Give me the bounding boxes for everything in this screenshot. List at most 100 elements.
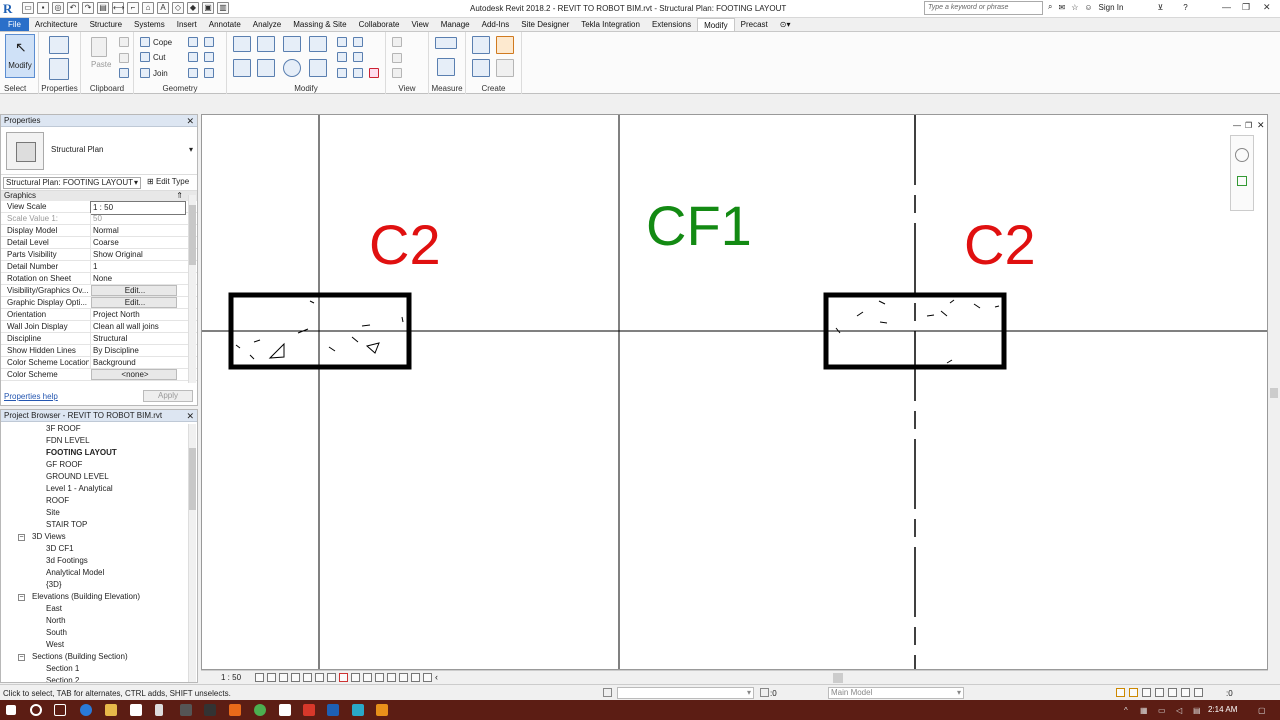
- save-icon[interactable]: ▪: [37, 2, 49, 14]
- linework-icon[interactable]: [392, 53, 402, 63]
- detail-level-icon[interactable]: [255, 673, 264, 682]
- property-row[interactable]: Display Model Normal: [1, 225, 197, 237]
- properties-scrollbar[interactable]: [188, 195, 196, 383]
- edit-type-button[interactable]: ⊞ Edit Type: [147, 177, 189, 186]
- binoculars-icon[interactable]: ⌕: [1048, 2, 1052, 12]
- search-input[interactable]: Type a keyword or phrase: [924, 1, 1043, 15]
- tab-modify[interactable]: Modify: [697, 18, 735, 31]
- robot-icon[interactable]: [352, 704, 364, 716]
- match-type-icon[interactable]: [119, 68, 129, 78]
- property-value[interactable]: Structural: [90, 333, 186, 345]
- unpin-icon[interactable]: [353, 68, 363, 78]
- mirror-axis-icon[interactable]: [283, 36, 301, 52]
- property-edit-button[interactable]: Edit...: [91, 297, 177, 308]
- browser-item[interactable]: Section 1: [46, 664, 79, 673]
- sync-icon[interactable]: ◎: [52, 2, 64, 14]
- type-selector[interactable]: Structural Plan ▾: [1, 127, 197, 175]
- scroll-thumb[interactable]: [189, 448, 196, 510]
- collapse-icon[interactable]: ⇑: [176, 191, 183, 201]
- show-crop-icon[interactable]: [315, 673, 324, 682]
- group-label-select[interactable]: Select: [0, 84, 38, 93]
- demolish-icon[interactable]: [204, 52, 214, 62]
- tab-file[interactable]: File: [0, 18, 29, 31]
- tab-systems[interactable]: Systems: [128, 18, 171, 31]
- tag-icon[interactable]: ⌂: [142, 2, 154, 14]
- property-row[interactable]: Graphic Display Opti... Edit...: [1, 297, 197, 309]
- store-icon[interactable]: [130, 704, 142, 716]
- canvas-restore-icon[interactable]: ❐: [1245, 121, 1252, 130]
- create-parts-icon[interactable]: [496, 36, 514, 54]
- dimension-icon[interactable]: [437, 58, 455, 76]
- orange-app-icon[interactable]: [229, 704, 241, 716]
- minimize-icon[interactable]: —: [1222, 2, 1231, 12]
- help-icon[interactable]: ?: [1183, 3, 1187, 12]
- canvas-minimize-icon[interactable]: —: [1233, 121, 1241, 130]
- cart-icon[interactable]: ⊻: [1157, 3, 1163, 12]
- task-view-icon[interactable]: [54, 704, 66, 716]
- property-edit-button[interactable]: <none>: [91, 369, 177, 380]
- browser-item[interactable]: 3D CF1: [46, 544, 74, 553]
- scroll-thumb[interactable]: [189, 205, 196, 265]
- rotate-icon[interactable]: [283, 59, 301, 77]
- close-icon[interactable]: ✕: [1263, 2, 1271, 13]
- temporary-hide-icon[interactable]: [339, 673, 348, 682]
- override-graphics-icon[interactable]: [392, 37, 402, 47]
- chevron-down-icon[interactable]: ▾: [189, 145, 193, 154]
- join-icon[interactable]: [140, 68, 150, 78]
- property-value[interactable]: Clean all wall joins: [90, 321, 186, 333]
- browser-item[interactable]: 3F ROOF: [46, 424, 81, 433]
- offset-icon[interactable]: [257, 36, 275, 52]
- property-row[interactable]: Orientation Project North: [1, 309, 197, 321]
- scroll-thumb[interactable]: [1270, 388, 1278, 398]
- collapse-toggle-icon[interactable]: −: [18, 534, 25, 541]
- tab-manage[interactable]: Manage: [435, 18, 476, 31]
- property-row[interactable]: Parts Visibility Show Original: [1, 249, 197, 261]
- close-hidden-icon[interactable]: ▣: [202, 2, 214, 14]
- canvas-close-icon[interactable]: ✕: [1257, 120, 1265, 131]
- tab-architecture[interactable]: Architecture: [29, 18, 84, 31]
- property-value[interactable]: Project North: [90, 309, 186, 321]
- cut-geometry-icon[interactable]: [140, 52, 150, 62]
- open-icon[interactable]: ▭: [22, 2, 34, 14]
- browser-item[interactable]: GF ROOF: [46, 460, 82, 469]
- create-assembly-icon[interactable]: [472, 36, 490, 54]
- browser-item[interactable]: Sections (Building Section): [32, 652, 128, 661]
- property-row[interactable]: Detail Level Coarse: [1, 237, 197, 249]
- switch-windows-icon[interactable]: ▥: [217, 2, 229, 14]
- undo-icon[interactable]: ↶: [67, 2, 79, 14]
- browser-item[interactable]: East: [46, 604, 62, 613]
- aligned-dimension-icon[interactable]: ⌐: [127, 2, 139, 14]
- tab-view[interactable]: View: [406, 18, 435, 31]
- maximize-icon[interactable]: ❐: [1242, 2, 1250, 13]
- filter-icon[interactable]: [1194, 688, 1203, 697]
- browser-item[interactable]: South: [46, 628, 67, 637]
- cope-label[interactable]: Cope: [153, 38, 172, 47]
- split-icon[interactable]: [337, 37, 347, 47]
- notifications-icon[interactable]: ▢: [1258, 706, 1266, 715]
- unjoin-icon[interactable]: [204, 68, 214, 78]
- browser-item[interactable]: 3D Views: [32, 532, 66, 541]
- browser-item[interactable]: GROUND LEVEL: [46, 472, 109, 481]
- hide-icon[interactable]: [392, 68, 402, 78]
- text-icon[interactable]: A: [157, 2, 169, 14]
- notepad-icon[interactable]: [279, 704, 291, 716]
- search-icon[interactable]: [30, 704, 42, 716]
- browser-item[interactable]: FOOTING LAYOUT: [46, 448, 117, 457]
- cut-clipboard-icon[interactable]: [119, 37, 129, 47]
- chevron-left-icon[interactable]: ‹: [435, 673, 438, 682]
- property-row[interactable]: Visibility/Graphics Ov... Edit...: [1, 285, 197, 297]
- design-option-combo[interactable]: Main Model ▾: [828, 687, 964, 699]
- tray-chevron-icon[interactable]: ^: [1124, 706, 1128, 715]
- align-icon[interactable]: [233, 36, 251, 52]
- tekla-icon[interactable]: [376, 704, 388, 716]
- view-scale[interactable]: 1 : 50: [221, 673, 241, 682]
- battery-icon[interactable]: ▭: [1158, 706, 1166, 715]
- shadows-icon[interactable]: [291, 673, 300, 682]
- tab-add-ins[interactable]: Add-Ins: [476, 18, 516, 31]
- volume-icon[interactable]: ◁: [1176, 706, 1182, 715]
- browser-item[interactable]: FDN LEVEL: [46, 436, 90, 445]
- reveal-constraints-icon[interactable]: [387, 673, 396, 682]
- select-links-icon[interactable]: [1116, 688, 1125, 697]
- property-edit-button[interactable]: Edit...: [91, 285, 177, 296]
- keyboard-icon[interactable]: ▤: [1193, 706, 1201, 715]
